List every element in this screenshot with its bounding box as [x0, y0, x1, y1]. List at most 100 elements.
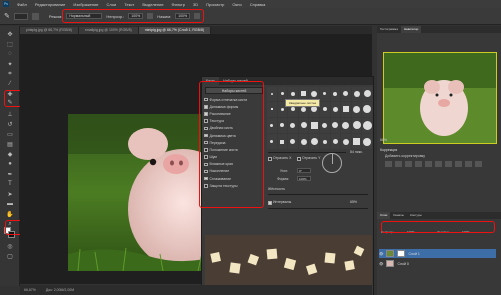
tab-histogram[interactable]: Гистограмма: [377, 26, 401, 33]
brush-setting-item[interactable]: Форма отпечатка кисти: [204, 96, 264, 103]
brush-setting-checkbox[interactable]: [204, 105, 208, 109]
brush-setting-item[interactable]: Передача: [204, 139, 264, 146]
spacing-slider[interactable]: [268, 208, 368, 209]
brush-setting-item[interactable]: Текстура: [204, 118, 264, 125]
menu-help[interactable]: Справка: [250, 2, 266, 7]
background-color-swatch[interactable]: [8, 231, 15, 238]
brush-tip-swatch[interactable]: [351, 101, 362, 117]
visibility-eye-icon[interactable]: 👁: [379, 252, 383, 256]
menu-file[interactable]: Файл: [17, 2, 27, 7]
brush-tip-swatch[interactable]: [298, 117, 309, 134]
brush-tip-swatch[interactable]: [288, 117, 298, 134]
brush-setting-checkbox[interactable]: [204, 148, 208, 152]
tab-minipig[interactable]: minipig.jpg @ 66,7% (Слой 1, RGB/8): [138, 27, 212, 34]
brush-setting-checkbox[interactable]: [204, 176, 208, 181]
quick-select-tool-icon[interactable]: ✦: [5, 60, 15, 68]
brush-setting-checkbox[interactable]: [204, 162, 208, 167]
brush-tip-swatch[interactable]: [330, 101, 341, 117]
layer-opacity-value[interactable]: 100%: [407, 230, 415, 234]
brush-preset-picker[interactable]: [13, 12, 28, 20]
layer-name[interactable]: Слой 1: [408, 252, 419, 256]
layer-name[interactable]: Слой 0: [397, 262, 408, 266]
brush-setting-item[interactable]: Защита текстуры: [204, 182, 264, 189]
tab-channels[interactable]: Каналы: [390, 212, 407, 219]
brush-tip-swatch[interactable]: [362, 117, 372, 134]
brush-tip-swatch[interactable]: [362, 87, 372, 101]
tab-navigator[interactable]: Навигатор: [400, 26, 422, 33]
photo-filter-adjust-icon[interactable]: [465, 161, 472, 167]
menu-3d[interactable]: 3D: [193, 2, 198, 7]
brush-setting-checkbox[interactable]: [204, 184, 208, 188]
tab-brush-presets[interactable]: Наборы кистей: [219, 77, 252, 85]
menu-image[interactable]: Изображение: [73, 2, 98, 7]
brush-tip-swatch[interactable]: [320, 134, 330, 149]
brush-setting-item[interactable]: Положение кисти: [204, 146, 264, 153]
brush-setting-item[interactable]: Шум: [204, 154, 264, 161]
screen-mode-icon[interactable]: ▢: [5, 252, 15, 260]
brush-setting-checkbox[interactable]: [204, 112, 208, 116]
brush-tip-swatch[interactable]: [330, 117, 341, 134]
brush-tip-swatch[interactable]: [330, 134, 341, 149]
layer-row[interactable]: 👁 Слой 1: [379, 249, 496, 258]
mode-select[interactable]: Нормальный: [66, 13, 103, 19]
blur-tool-icon[interactable]: ◆: [5, 150, 15, 158]
menu-edit[interactable]: Редактирование: [35, 2, 65, 7]
healing-tool-icon[interactable]: ✚: [5, 90, 15, 98]
brush-tool-icon[interactable]: ✎: [4, 12, 10, 20]
stamp-tool-icon[interactable]: ⊥: [5, 110, 15, 118]
flow-input[interactable]: 100%: [175, 13, 191, 19]
tab-smallpig[interactable]: smallpig.jpg @ 100% (RGB/8): [78, 27, 139, 34]
curves-adjust-icon[interactable]: [405, 161, 412, 167]
roundness-input[interactable]: 100%: [297, 176, 311, 181]
brush-setting-checkbox[interactable]: [204, 126, 208, 131]
brush-tip-swatch[interactable]: [320, 117, 330, 134]
brush-tip-swatch[interactable]: [341, 101, 351, 117]
vibrance-adjust-icon[interactable]: [425, 161, 432, 167]
menu-text[interactable]: Текст: [124, 2, 134, 7]
brush-setting-item[interactable]: Двойная кисть: [204, 125, 264, 132]
airbrush-icon[interactable]: [194, 13, 201, 19]
flip-y-checkbox[interactable]: [297, 157, 301, 161]
brush-tip-swatch[interactable]: [351, 117, 362, 134]
brush-tip-swatch[interactable]: [351, 134, 362, 149]
hardness-slider[interactable]: [268, 194, 368, 195]
brush-setting-checkbox[interactable]: [204, 119, 208, 123]
layer-row[interactable]: 👁 Слой 0: [379, 259, 496, 268]
brush-tip-swatch[interactable]: [309, 117, 319, 134]
brush-setting-checkbox[interactable]: [204, 133, 208, 138]
hand-tool-icon[interactable]: ✋: [5, 210, 15, 218]
brush-setting-checkbox[interactable]: [204, 97, 208, 102]
brush-tip-swatch[interactable]: [267, 117, 277, 134]
lasso-tool-icon[interactable]: ◌: [5, 50, 15, 58]
quick-mask-icon[interactable]: ◎: [5, 242, 15, 250]
eraser-tool-icon[interactable]: ▭: [5, 130, 15, 138]
brush-tip-swatch[interactable]: [341, 134, 351, 149]
tab-brush[interactable]: Кисть: [202, 77, 220, 85]
dodge-tool-icon[interactable]: ●: [5, 160, 15, 168]
brush-tip-swatch[interactable]: [341, 117, 351, 134]
marquee-tool-icon[interactable]: ⬚: [5, 40, 15, 48]
menu-view[interactable]: Просмотр: [206, 2, 224, 7]
tab-paths[interactable]: Контуры: [407, 212, 425, 219]
brush-tip-swatch[interactable]: [309, 134, 319, 149]
brush-tool-sidebar-icon[interactable]: ✎: [5, 98, 15, 106]
tab-layers[interactable]: Слои: [377, 212, 391, 219]
brush-tip-swatch[interactable]: [267, 101, 277, 117]
brush-tip-swatch[interactable]: [330, 87, 341, 101]
brush-tip-swatch[interactable]: [288, 134, 298, 149]
brush-setting-checkbox[interactable]: [204, 140, 208, 145]
brush-tip-swatch[interactable]: [298, 134, 309, 149]
brush-setting-checkbox[interactable]: [204, 155, 208, 159]
brush-setting-item[interactable]: Динамика формы: [204, 103, 264, 110]
brush-tip-swatch[interactable]: [320, 101, 330, 117]
crop-tool-icon[interactable]: ⌗: [5, 70, 15, 78]
spacing-checkbox[interactable]: [268, 201, 272, 205]
move-tool-icon[interactable]: ✥: [5, 30, 15, 38]
brightness-adjust-icon[interactable]: [385, 161, 392, 167]
flip-x-checkbox[interactable]: [268, 157, 272, 161]
exposure-adjust-icon[interactable]: [415, 161, 422, 167]
opacity-input[interactable]: 100%: [128, 13, 144, 19]
menu-filter[interactable]: Фильтр: [172, 2, 185, 7]
status-zoom[interactable]: 66,67%: [24, 288, 36, 292]
angle-input[interactable]: 0°: [297, 168, 311, 173]
